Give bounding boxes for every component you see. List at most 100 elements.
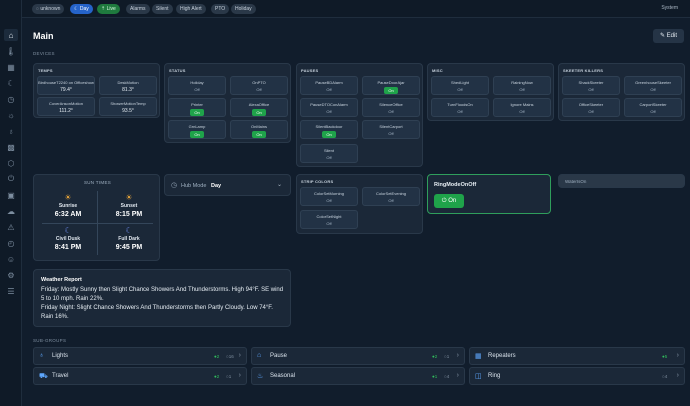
flame-icon: ♨	[257, 373, 264, 380]
skeeter-tile[interactable]: GreenhouseSkeeter Off	[624, 76, 682, 95]
full-dark-item: ☾ Full Dark 9:45 PM	[100, 226, 158, 251]
subgroup-travel[interactable]: ⛟ Travel ●2 ○1 ›	[33, 367, 247, 385]
pause-tile[interactable]: SilenceOffice Off	[362, 98, 420, 117]
status-tile[interactable]: AlexaOffice On	[230, 98, 288, 117]
temp-tile[interactable]: CoverAnsonMotion 111.2°	[37, 97, 95, 116]
tile-value: On	[252, 131, 266, 138]
moon-icon[interactable]: ☾	[4, 77, 18, 89]
mode-pill-day[interactable]: ☾ Day	[70, 4, 93, 14]
divider	[42, 223, 153, 224]
chevron-right-icon: ›	[456, 372, 459, 379]
edit-button[interactable]: ✎ Edit	[653, 29, 684, 43]
grid-icon[interactable]: ▦	[4, 61, 18, 73]
chevron-right-icon: ›	[676, 352, 679, 359]
status-tile[interactable]: GrnLamp On	[168, 120, 226, 139]
status-tile[interactable]: OnPTO Off	[230, 76, 288, 95]
tile-name: DeskMotion	[117, 80, 139, 85]
status-tile[interactable]: Holiday Off	[168, 76, 226, 95]
misc-tile[interactable]: TurnFloodsOn Off	[431, 98, 489, 117]
gear-icon[interactable]: ⚙	[4, 269, 18, 281]
pill-label: unknown	[40, 6, 61, 12]
pill-label: Day	[79, 6, 89, 12]
subgroup-name: Pause	[270, 353, 288, 359]
light-icon[interactable]: ☼	[4, 109, 18, 121]
water-is-on-card[interactable]: WaterIsOn	[558, 174, 685, 188]
misc-card: MISC ShedLight Off RainingNow Off TurnFloo…	[427, 63, 554, 121]
tile-name: PauseDoorAjar	[377, 80, 405, 85]
skeeter-killers-card: SKEETER KILLERS ShackSkeeter Off Greenhou…	[558, 63, 685, 121]
temp-tile[interactable]: DeskMotion 81.3°	[99, 76, 157, 95]
shield-icon[interactable]: ⬡	[4, 157, 18, 169]
strip-color-tile[interactable]: ColorSetNight Off	[300, 210, 358, 229]
card-title: SKEETER KILLERS	[563, 68, 604, 73]
subgroup-lights[interactable]: ♁ Lights ●2 ○16 ›	[33, 347, 247, 365]
status-tile[interactable]: OnMains On	[230, 120, 288, 139]
cloud-icon[interactable]: ☁	[4, 205, 18, 217]
hub-mode-card[interactable]: ◷ Hub Mode Day ⌄	[164, 174, 291, 196]
user-icon[interactable]: ☺	[4, 253, 18, 265]
live-pill[interactable]: ⇡ Live	[97, 4, 120, 14]
edit-label: Edit	[666, 33, 678, 39]
subgroup-repeaters[interactable]: ▦ Repeaters ●5 ›	[469, 347, 685, 365]
grid-small-icon[interactable]: ▩	[4, 141, 18, 153]
off-count: ○1	[226, 374, 232, 379]
alarms-pill[interactable]: Alarms	[126, 4, 150, 14]
strip-color-tile[interactable]: ColorSetEvening Off	[362, 187, 420, 206]
off-count: ○4	[444, 374, 450, 379]
temp-tile[interactable]: ShowerMotionTemp 93.5°	[99, 97, 157, 116]
toggle-label: On	[448, 198, 457, 204]
subgroup-pause[interactable]: ⌂ Pause ●2 ○1 ›	[251, 347, 465, 365]
misc-tile[interactable]: RainingNow Off	[493, 76, 551, 95]
card-title: SUN TIMES	[83, 180, 112, 185]
tile-name: PauseBDAlarm	[315, 80, 343, 85]
camera-icon[interactable]: ▣	[4, 189, 18, 201]
pause-tile[interactable]: PauseDoorAjar On	[362, 76, 420, 95]
system-menu[interactable]: System	[661, 5, 678, 11]
misc-tile[interactable]: Ignore Mains Off	[493, 98, 551, 117]
tile-value: Off	[588, 87, 594, 92]
tile-name: GreenhouseSkeeter	[635, 80, 671, 85]
card-title: MISC	[432, 68, 443, 73]
tile-value: 111.2°	[59, 108, 73, 114]
strip-color-tile[interactable]: ColorSetMorning Off	[300, 187, 358, 206]
chevron-right-icon: ›	[238, 372, 241, 379]
plug-icon[interactable]: ⏻	[4, 173, 18, 185]
bulb-icon[interactable]: ♁	[4, 125, 18, 137]
high-alert-pill[interactable]: High Alert	[176, 4, 206, 14]
pause-tile[interactable]: Silent Off	[300, 144, 358, 163]
on-count: ●1	[432, 374, 438, 379]
alert-icon[interactable]: ⚠	[4, 221, 18, 233]
subgroups-heading: SUB-GROUPS	[33, 338, 67, 343]
subgroup-ring[interactable]: ◫ Ring ○4 ›	[469, 367, 685, 385]
pause-tile[interactable]: SilentBackdoor On	[300, 120, 358, 139]
water-is-on-label: WaterIsOn	[565, 179, 587, 184]
pauses-card: PAUSES PauseBDAlarm Off PauseDoorAjar On P…	[296, 63, 423, 167]
subgroup-name: Ring	[488, 373, 501, 379]
mode-pill-unknown[interactable]: ◌ unknown	[32, 4, 65, 14]
holiday-pill[interactable]: Holiday	[231, 4, 256, 14]
home-icon[interactable]: ⌂	[4, 29, 18, 41]
pto-pill[interactable]: PTO	[211, 4, 230, 14]
power-icon: ⏻	[441, 198, 447, 204]
pause-tile[interactable]: PauseDTOConAlarm Off	[300, 98, 358, 117]
list-icon[interactable]: ☰	[4, 285, 18, 297]
pause-tile[interactable]: PauseBDAlarm Off	[300, 76, 358, 95]
status-tile[interactable]: Printer On	[168, 98, 226, 117]
tile-name: CarportSkeeter	[639, 102, 667, 107]
timer-icon[interactable]: ◴	[4, 237, 18, 249]
sunrise-item: ☀ Sunrise 6:32 AM	[39, 193, 97, 218]
silent-pill[interactable]: Silent	[152, 4, 173, 14]
misc-tile[interactable]: ShedLight Off	[431, 76, 489, 95]
temperature-icon[interactable]: 🌡	[4, 45, 18, 57]
ring-mode-toggle[interactable]: ⏻ On	[434, 194, 464, 208]
skeeter-tile[interactable]: ShackSkeeter Off	[562, 76, 620, 95]
skeeter-tile[interactable]: OfficeSkeeter Off	[562, 98, 620, 117]
skeeter-tile[interactable]: CarportSkeeter Off	[624, 98, 682, 117]
pause-tile[interactable]: SilentCarport Off	[362, 120, 420, 139]
hub-mode-value: Day	[211, 183, 222, 189]
subgroup-seasonal[interactable]: ♨ Seasonal ●1 ○4 ›	[251, 367, 465, 385]
temp-tile[interactable]: BirdhouseT2240 on Officeshow 79.4°	[37, 76, 95, 95]
top-bar: ◌ unknown ☾ Day ⇡ Live Alarms Silent Hig…	[22, 0, 690, 18]
clock-icon[interactable]: ◷	[4, 93, 18, 105]
chevron-down-icon[interactable]: ⌄	[277, 181, 282, 188]
